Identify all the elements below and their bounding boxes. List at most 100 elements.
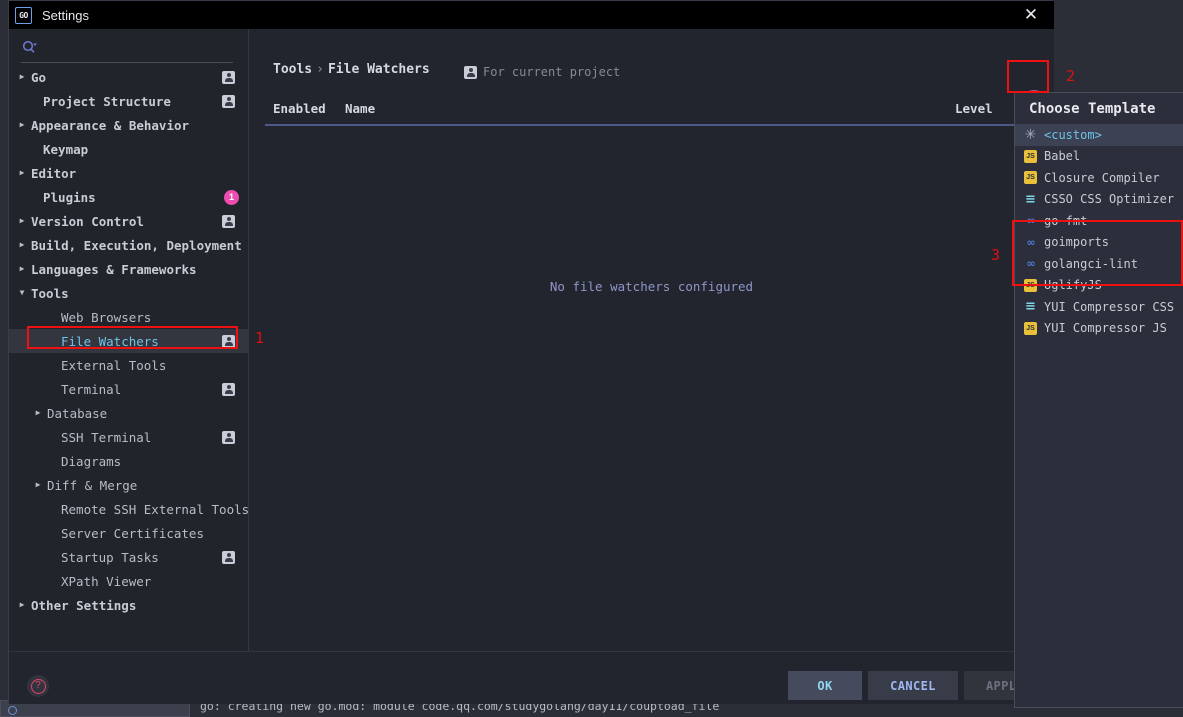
sidebar-item-plugins[interactable]: Plugins 1 [9, 185, 249, 209]
sidebar-item-label: Diff & Merge [47, 477, 138, 493]
chevron-right-icon[interactable]: ▶ [33, 408, 43, 418]
sidebar-item-server-certificates[interactable]: Server Certificates [9, 521, 249, 545]
template-item-label: YUI Compressor JS [1044, 321, 1167, 336]
settings-sidebar: ▶ Go Project Structure ▶ Appearance & Behavi… [9, 29, 249, 704]
help-button[interactable]: ? [27, 675, 49, 697]
annotation-box-3 [1012, 220, 1183, 286]
sidebar-item-database[interactable]: ▶ Database [9, 401, 249, 425]
ok-button[interactable]: OK [788, 671, 862, 700]
column-header-enabled: Enabled [273, 101, 326, 116]
annotation-number-2: 2 [1066, 67, 1076, 85]
js-file-icon: JS [1023, 170, 1038, 185]
template-item-label: YUI Compressor CSS [1044, 299, 1175, 314]
chevron-right-icon[interactable]: ▶ [17, 168, 27, 178]
sidebar-item-label: External Tools [61, 357, 167, 373]
template-item-closure-compiler[interactable]: JS Closure Compiler [1015, 167, 1183, 189]
template-item-yui-compressor-js[interactable]: JS YUI Compressor JS [1015, 318, 1183, 340]
annotation-box-1 [27, 326, 238, 349]
annotation-number-1: 1 [255, 329, 265, 347]
ide-left-strip [0, 0, 8, 717]
project-scope-icon [464, 65, 477, 79]
column-header-name: Name [345, 101, 376, 116]
close-icon[interactable]: ✕ [1008, 1, 1054, 29]
template-item-label: CSSO CSS Optimizer [1044, 192, 1175, 207]
project-scope-icon [222, 382, 235, 396]
project-scope-icon [222, 550, 235, 564]
chevron-down-icon[interactable]: ▼ [17, 288, 27, 298]
sidebar-item-label: Build, Execution, Deployment [31, 237, 242, 253]
sidebar-item-label: Appearance & Behavior [31, 117, 190, 133]
chevron-right-icon[interactable]: ▶ [17, 600, 27, 610]
cancel-button[interactable]: CANCEL [868, 671, 958, 700]
sidebar-item-label: Database [47, 405, 108, 421]
breadcrumb-leaf: File Watchers [327, 62, 430, 77]
sidebar-item-keymap[interactable]: Keymap [9, 137, 249, 161]
sidebar-item-label: Web Browsers [61, 309, 152, 325]
template-item-label: <custom> [1044, 127, 1102, 142]
sidebar-item-ssh-terminal[interactable]: SSH Terminal [9, 425, 249, 449]
sidebar-item-label: Version Control [31, 213, 144, 229]
chevron-right-icon[interactable]: ▶ [17, 72, 27, 82]
search-input[interactable] [45, 36, 235, 58]
sidebar-item-remote-ssh-external-tools[interactable]: Remote SSH External Tools [9, 497, 249, 521]
breadcrumb-separator: › [316, 62, 324, 77]
js-file-icon: JS [1023, 321, 1038, 336]
chevron-right-icon[interactable]: ▶ [17, 240, 27, 250]
column-header-level: Level [955, 101, 993, 116]
question-mark-icon: ? [30, 678, 46, 694]
sidebar-item-label: Plugins [43, 189, 96, 205]
chevron-right-icon[interactable]: ▶ [17, 216, 27, 226]
sidebar-item-label: XPath Viewer [61, 573, 152, 589]
sidebar-item-external-tools[interactable]: External Tools [9, 353, 249, 377]
sidebar-item-label: Diagrams [61, 453, 122, 469]
sidebar-item-label: Keymap [43, 141, 89, 157]
sidebar-item-label: Startup Tasks [61, 549, 159, 565]
ide-status-dot-icon [8, 706, 17, 715]
annotation-number-3: 3 [991, 246, 1001, 264]
template-item-yui-compressor-css[interactable]: ≡ YUI Compressor CSS [1015, 296, 1183, 318]
project-scope-icon [222, 214, 235, 228]
sidebar-item-languages-frameworks[interactable]: ▶ Languages & Frameworks [9, 257, 249, 281]
sidebar-item-xpath-viewer[interactable]: XPath Viewer [9, 569, 249, 593]
sidebar-item-label: Go [31, 69, 47, 85]
asterisk-icon: ✳ [1024, 126, 1037, 143]
template-item-babel[interactable]: JS Babel [1015, 146, 1183, 168]
search-underline [21, 62, 233, 63]
sidebar-item-label: Project Structure [43, 93, 171, 109]
sidebar-item-label: Remote SSH External Tools [61, 501, 250, 517]
chevron-right-icon[interactable]: ▶ [17, 120, 27, 130]
sidebar-item-project-structure[interactable]: Project Structure [9, 89, 249, 113]
empty-state-message: No file watchers configured [549, 279, 754, 294]
go-logo-icon: GO [15, 6, 32, 24]
watchers-table-header: Enabled Name Level [265, 101, 1040, 123]
choose-template-popup: Choose Template ✳ <custom> JS Babel JS Closur… [1014, 92, 1183, 708]
dialog-footer: ? OK CANCEL APPLY [9, 651, 1054, 704]
sidebar-item-diff-merge[interactable]: ▶ Diff & Merge [9, 473, 249, 497]
dialog-title: Settings [42, 7, 89, 23]
sidebar-item-label: SSH Terminal [61, 429, 152, 445]
breadcrumb-root[interactable]: Tools [273, 62, 312, 77]
sidebar-item-build-execution-deployment[interactable]: ▶ Build, Execution, Deployment [9, 233, 249, 257]
sidebar-item-appearance-behavior[interactable]: ▶ Appearance & Behavior [9, 113, 249, 137]
sidebar-item-diagrams[interactable]: Diagrams [9, 449, 249, 473]
sidebar-item-startup-tasks[interactable]: Startup Tasks [9, 545, 249, 569]
sidebar-item-label: Terminal [61, 381, 122, 397]
sidebar-item-version-control[interactable]: ▶ Version Control [9, 209, 249, 233]
chevron-right-icon[interactable]: ▶ [33, 480, 43, 490]
css-file-icon: ≡ [1025, 299, 1036, 315]
chevron-right-icon[interactable]: ▶ [17, 264, 27, 274]
css-file-icon: ≡ [1025, 191, 1036, 207]
sidebar-item-tools[interactable]: ▼ Tools [9, 281, 249, 305]
sidebar-item-other-settings[interactable]: ▶ Other Settings [9, 593, 249, 617]
sidebar-item-label: Server Certificates [61, 525, 204, 541]
search-icon [22, 40, 37, 53]
sidebar-item-editor[interactable]: ▶ Editor [9, 161, 249, 185]
template-item-custom[interactable]: ✳ <custom> [1015, 124, 1183, 146]
sidebar-item-terminal[interactable]: Terminal [9, 377, 249, 401]
project-scope-label: For current project [483, 65, 621, 79]
template-item-csso-css-optimizer[interactable]: ≡ CSSO CSS Optimizer [1015, 189, 1183, 211]
dialog-titlebar: GO Settings ✕ [9, 1, 1054, 29]
project-scope-icon [222, 430, 235, 444]
template-item-label: Babel [1044, 149, 1081, 164]
sidebar-item-go[interactable]: ▶ Go [9, 65, 249, 89]
